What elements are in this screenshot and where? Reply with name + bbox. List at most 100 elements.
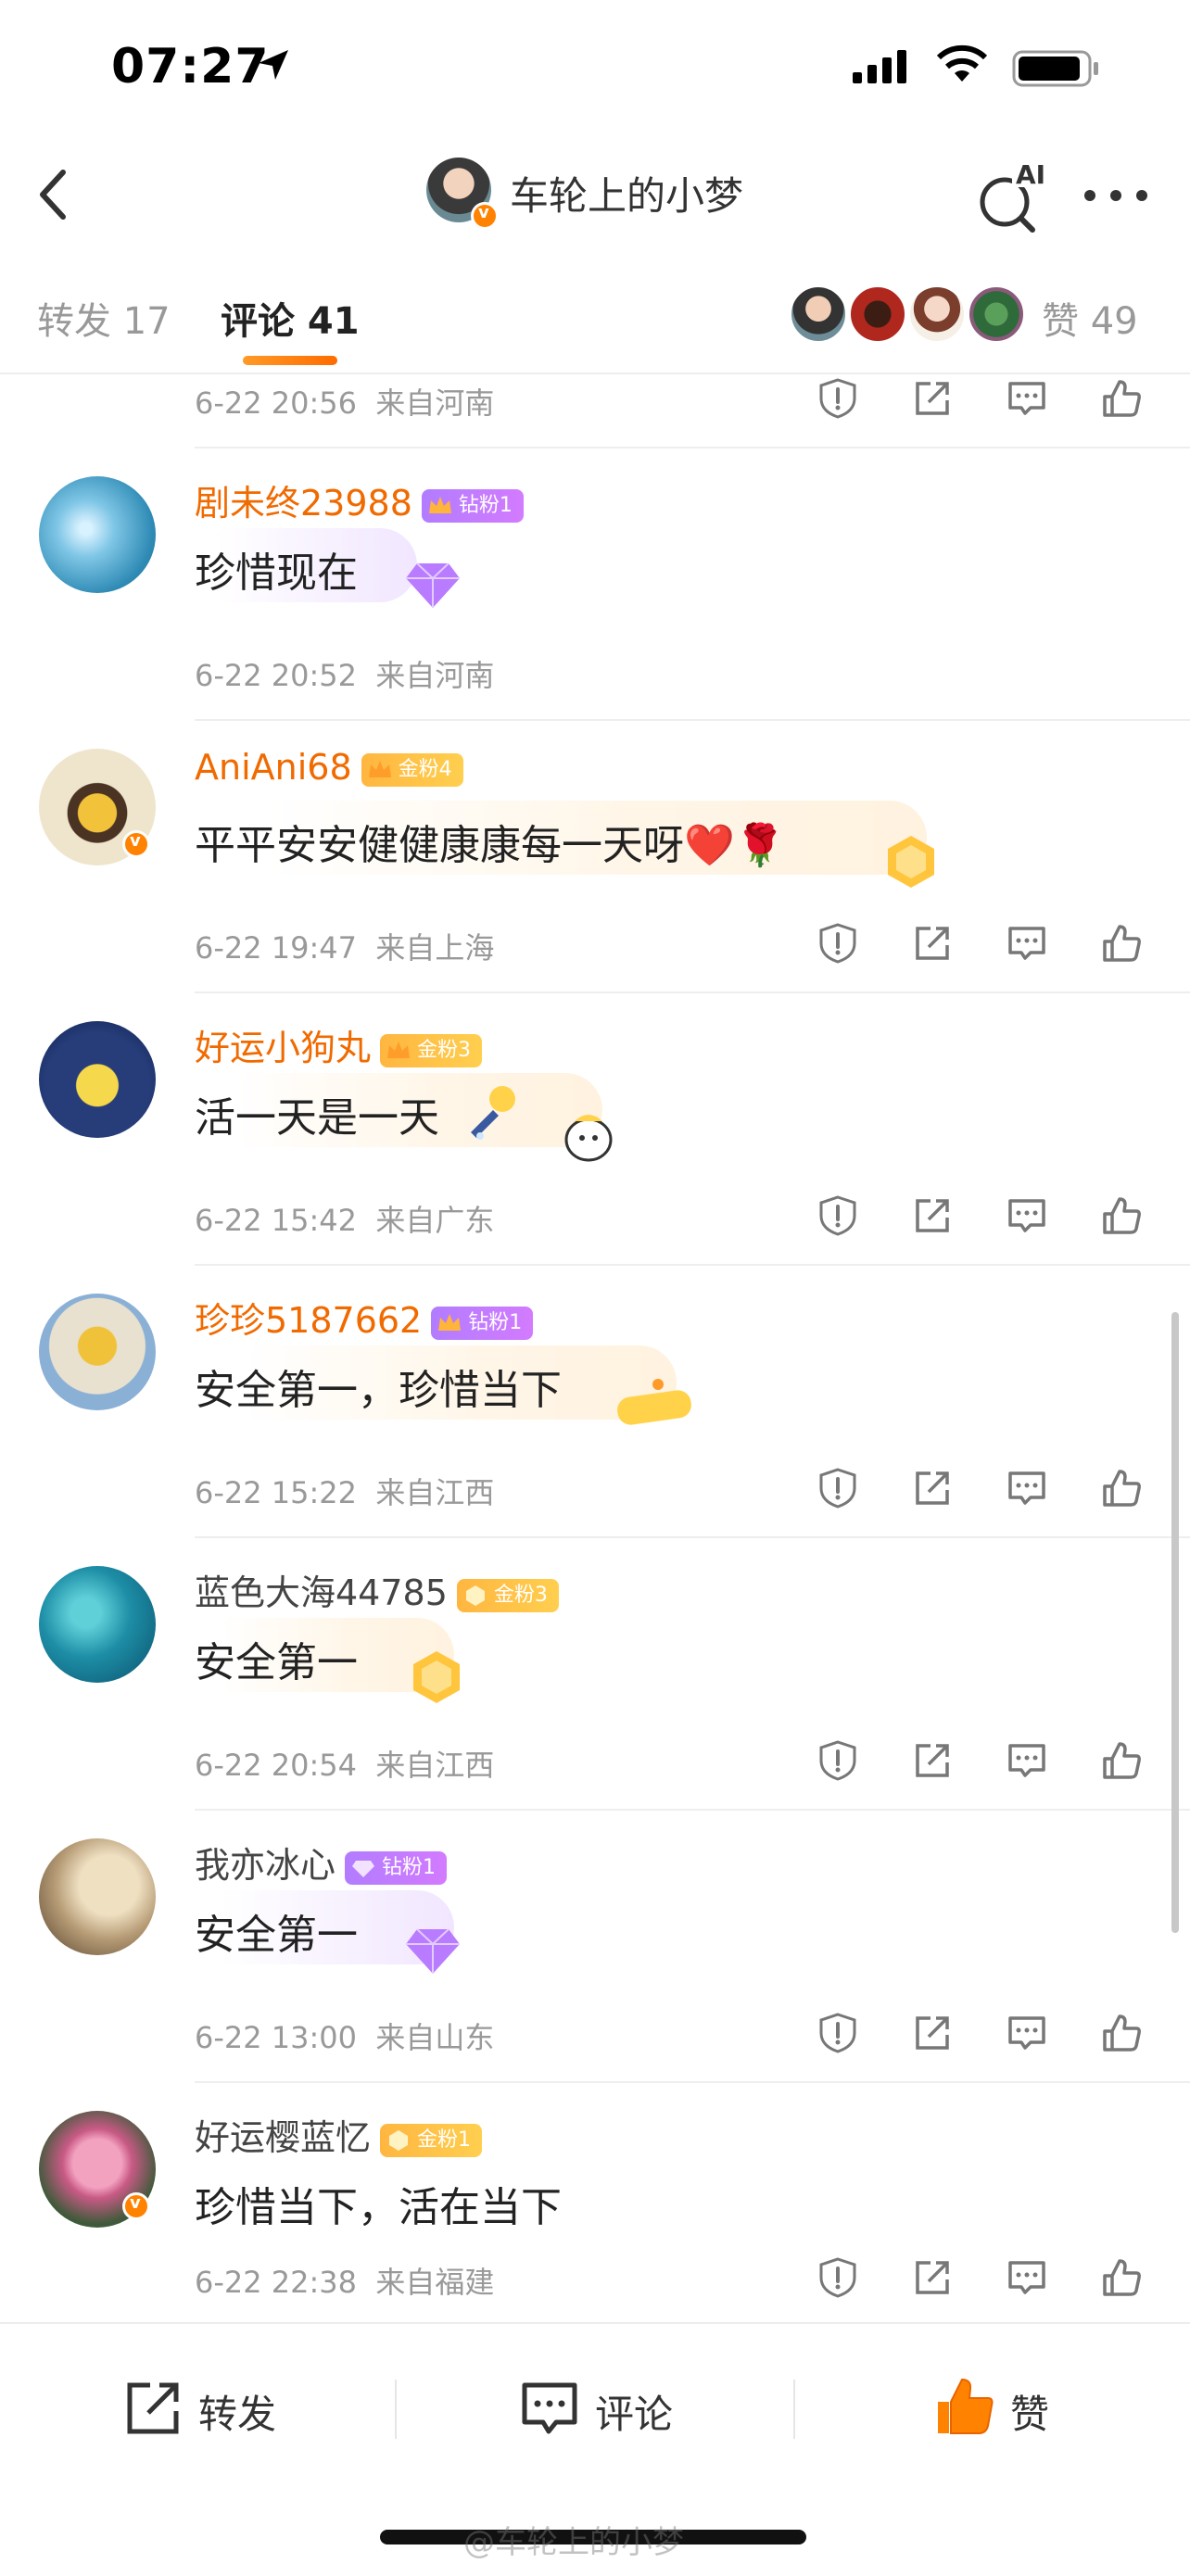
like-icon[interactable] [1099,1193,1144,1238]
comment-username[interactable]: 珍珍5187662 钻粉1 [195,1292,534,1343]
post-header: 车轮上的小梦 AI [0,139,1190,254]
user-avatar[interactable] [39,476,156,593]
comment-text: 安全第一 [195,1912,358,1959]
watermark: @车轮上的小梦 [463,2524,684,2561]
ai-search-icon[interactable]: AI [975,159,1049,234]
more-options-icon[interactable] [1081,182,1151,209]
user-avatar[interactable] [39,1294,156,1410]
tab-like[interactable]: 赞 49 [1042,291,1138,345]
reply-icon[interactable] [1005,1466,1049,1510]
comment-time: 6-22 22:38 [195,2265,358,2300]
username-text: 蓝色大海44785 [195,1572,448,1613]
user-avatar[interactable] [39,1021,156,1138]
reply-icon[interactable] [1005,1738,1049,1783]
comment-text: 安全第一，珍惜当下 [195,1367,562,1414]
comment-time: 6-22 13:00 [195,2020,358,2055]
bulb-sticker-icon [471,1086,515,1140]
like-button[interactable]: 赞 [932,2372,1081,2446]
comment-location: 来自江西 [375,1748,495,1783]
verified-icon [122,830,150,858]
tab-comment[interactable]: 评论 41 [221,291,360,345]
comment-location: 来自河南 [375,658,495,693]
comment-username[interactable]: 好运小狗丸 金粉3 [195,1019,483,1070]
scrollbar[interactable] [1171,1312,1179,1933]
comment-text: 平平安安健健康康每一天呀❤️🌹 [195,822,786,869]
fan-badge-label: 钻粉1 [458,493,513,517]
reply-icon[interactable] [1005,2255,1049,2300]
fan-badge: 金粉3 [380,1033,483,1067]
username-text: 好运樱蓝忆 [195,2117,372,2158]
fan-badge-label: 金粉3 [493,1583,548,1607]
like-icon[interactable] [1099,1738,1144,1783]
comment-actions [816,2011,1149,2057]
repost-button[interactable]: 转发 [120,2372,306,2446]
fan-badge: 钻粉1 [421,488,524,523]
report-icon[interactable] [816,921,860,966]
tab-repost[interactable]: 转发 17 [37,291,171,345]
comment-username[interactable]: AniAni68 金粉4 [195,747,463,788]
comment-actions [816,376,1149,423]
tab-bar: 转发 17 评论 41 赞 49 [0,252,1190,374]
fan-badge: 金粉1 [380,2123,483,2157]
comment-actions [816,1193,1149,1240]
report-icon[interactable] [816,376,860,421]
comment-time: 6-22 20:56 [195,385,358,421]
like-icon[interactable] [1099,921,1144,966]
comment-button[interactable]: 评论 [517,2372,703,2446]
crown-icon [428,496,451,513]
reply-icon[interactable] [1005,376,1049,421]
divider [195,1809,1190,1811]
comment-text: 安全第一 [195,1639,358,1686]
comment-location: 来自广东 [375,1203,495,1238]
repost-label: 转发 [198,2392,277,2437]
gem-badge-icon [389,2129,409,2151]
back-arrow-icon[interactable] [28,159,87,230]
comment-username[interactable]: 我亦冰心 钻粉1 [195,1837,448,1888]
like-icon[interactable] [1099,1466,1144,1510]
liker-avatars[interactable] [790,285,1031,345]
username-text: 剧未终23988 [195,483,412,524]
report-icon[interactable] [816,1193,860,1238]
verified-icon [122,2192,150,2220]
reply-icon[interactable] [1005,2011,1049,2055]
fan-badge: 钻粉1 [431,1306,534,1340]
share-icon[interactable] [910,2255,955,2300]
comment-username[interactable]: 剧未终23988 钻粉1 [195,474,524,525]
comment-username[interactable]: 蓝色大海44785 金粉3 [195,1564,559,1615]
like-icon[interactable] [1099,2255,1144,2300]
share-icon[interactable] [910,2011,955,2055]
report-icon[interactable] [816,2011,860,2055]
comment-username[interactable]: 好运樱蓝忆 金粉1 [195,2109,483,2160]
comment-time: 6-22 19:47 [195,930,358,966]
report-icon[interactable] [816,1466,860,1510]
cellular-signal-icon [853,50,906,83]
divider [195,1536,1190,1538]
divider [195,447,1190,448]
gem-badge-icon [352,1860,375,1877]
user-avatar[interactable] [39,1566,156,1683]
share-icon[interactable] [910,1466,955,1510]
share-icon[interactable] [910,1738,955,1783]
gold-gem-icon [888,836,934,888]
username-text: 我亦冰心 [195,1845,336,1886]
share-icon[interactable] [910,921,955,966]
gem-badge-icon [465,1585,485,1606]
comment-meta: 6-22 20:56 来自河南 [195,380,494,423]
report-icon[interactable] [816,2255,860,2300]
liker-avatar [790,285,847,343]
liker-avatar [849,285,906,343]
author-name[interactable]: 车轮上的小梦 [510,165,743,221]
report-icon[interactable] [816,1738,860,1783]
reply-icon[interactable] [1005,1193,1049,1238]
fan-badge-label: 金粉3 [417,1038,472,1062]
share-icon[interactable] [910,376,955,421]
user-avatar[interactable] [39,1838,156,1955]
comment-meta: 6-22 20:52 来自河南 [195,652,494,695]
comment-actions [816,2255,1149,2302]
like-icon[interactable] [1099,2011,1144,2055]
diamond-gem-icon [406,562,460,608]
like-icon[interactable] [1099,376,1144,421]
wifi-icon [936,44,988,82]
share-icon[interactable] [910,1193,955,1238]
reply-icon[interactable] [1005,921,1049,966]
